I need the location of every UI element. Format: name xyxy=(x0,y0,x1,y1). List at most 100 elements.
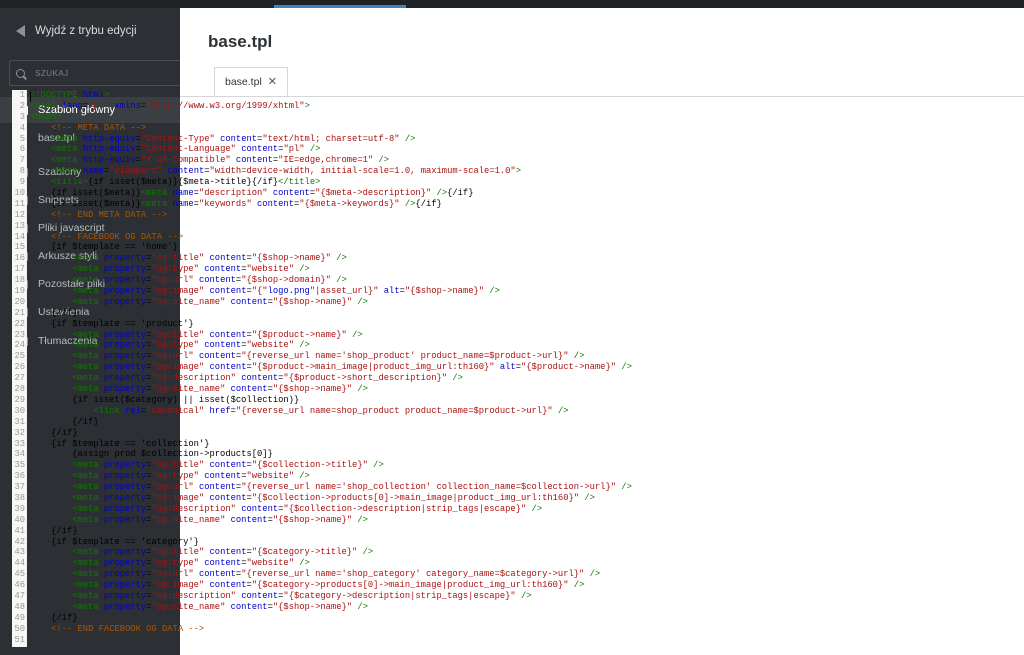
code-line[interactable]: 45 <meta property="og:url" content="{rev… xyxy=(12,569,844,581)
line-number: 13 xyxy=(12,220,25,232)
code-line[interactable]: 12 <!-- END META DATA --> xyxy=(12,209,844,221)
code-line[interactable]: 50 <!-- END FACEBOOK OG DATA --> xyxy=(12,623,844,635)
code-text: <!-- END FACEBOOK OG DATA --> xyxy=(51,623,205,634)
line-number: 23 xyxy=(12,329,25,341)
code-line[interactable]: 42 {if $template == 'category'} xyxy=(12,536,844,548)
exit-edit-mode-button[interactable]: Wyjdź z trybu edycji xyxy=(0,8,180,53)
code-text: <meta property="og:title" content="{$cat… xyxy=(72,547,374,558)
code-text: <meta property="og:type" content="websit… xyxy=(72,340,310,351)
code-line[interactable]: 38 <meta property="og:image" content="{$… xyxy=(12,492,844,504)
code-line[interactable]: 29 {if isset($category) || isset($collec… xyxy=(12,394,844,406)
code-line[interactable]: 19 <meta property="og:image" content="{"… xyxy=(12,286,844,297)
code-line[interactable]: 5 <meta http-equiv="Content-Type" conten… xyxy=(12,133,844,145)
line-number: 45 xyxy=(12,569,25,581)
line-number: 20 xyxy=(12,296,25,308)
code-line[interactable]: 13 xyxy=(12,220,844,232)
code-line[interactable]: 40 <meta property="og:site_name" content… xyxy=(12,514,844,526)
code-line[interactable]: 21 {/if} xyxy=(12,307,844,319)
line-number: 29 xyxy=(12,394,25,406)
code-line[interactable]: 25 <meta property="og:url" content="{rev… xyxy=(12,351,844,363)
code-line[interactable]: 37 <meta property="og:url" content="{rev… xyxy=(12,482,844,493)
line-number: 6 xyxy=(12,144,25,156)
code-line[interactable]: 39 <meta property="og:description" conte… xyxy=(12,503,844,515)
code-line[interactable]: 34 {assign prod $collection->products[0]… xyxy=(12,449,844,461)
code-line[interactable]: 15 {if $template == 'home'} xyxy=(12,242,844,254)
code-line[interactable]: 48 <meta property="og:site_name" content… xyxy=(12,601,844,613)
code-line[interactable]: 6 <meta http-equiv="Content-Language" co… xyxy=(12,144,844,156)
code-text: {if $template == 'collection'} xyxy=(30,438,210,449)
code-line[interactable]: 9 <title>{if isset($meta)}{$meta->title}… xyxy=(12,177,844,189)
code-line[interactable]: 8 <meta name="viewport" content="width=d… xyxy=(12,166,844,178)
code-line[interactable]: 46 <meta property="og:image" content="{$… xyxy=(12,580,844,591)
line-number: 44 xyxy=(12,558,25,570)
line-number: 7 xyxy=(12,155,25,167)
code-text: <meta http-equiv="Content-Language" cont… xyxy=(51,144,321,155)
code-text: <head> xyxy=(30,111,62,122)
code-line[interactable]: 17 <meta property="og:type" content="web… xyxy=(12,264,844,276)
code-line[interactable]: 2 <html lang="pl" xmlns="http://www.w3.or… xyxy=(12,100,844,112)
code-line[interactable]: 7 <meta http-equiv="X-UA-Compatible" con… xyxy=(12,155,844,167)
code-line[interactable]: 10 {if isset($meta)}<meta name="descript… xyxy=(12,188,844,199)
code-line[interactable]: 3 <head> xyxy=(12,111,844,123)
close-icon[interactable]: ✕ xyxy=(268,75,277,88)
code-text: <meta property="og:image" content="{$pro… xyxy=(72,362,632,373)
code-line[interactable]: 22 {if $template == 'product'} xyxy=(12,318,844,330)
code-line[interactable]: 24 <meta property="og:type" content="web… xyxy=(12,340,844,352)
code-line[interactable]: 35 <meta property="og:title" content="{$… xyxy=(12,460,844,472)
line-number: 12 xyxy=(12,209,25,221)
line-number: 27 xyxy=(12,373,25,385)
code-line[interactable]: 32 {/if} xyxy=(12,427,844,439)
code-text: <meta property="og:description" content=… xyxy=(72,503,543,514)
code-line[interactable]: 31 {/if} xyxy=(12,416,844,428)
code-line[interactable]: 18 <meta property="og:url" content="{$sh… xyxy=(12,275,844,287)
code-line[interactable]: 16 <meta property="og:title" content="{$… xyxy=(12,253,844,265)
code-line[interactable]: 1 <!DOCTYPE html> xyxy=(12,90,844,101)
code-line[interactable]: 26 <meta property="og:image" content="{$… xyxy=(12,362,844,374)
code-text: <meta property="og:type" content="websit… xyxy=(72,471,310,482)
code-text: <meta property="og:site_name" content="{… xyxy=(72,601,368,612)
line-number: 4 xyxy=(12,122,25,134)
code-text: <!-- END META DATA --> xyxy=(51,209,168,220)
code-line[interactable]: 30 <link rel="canonical" href="{reverse_… xyxy=(12,405,844,417)
code-line[interactable]: 41 {/if} xyxy=(12,525,844,537)
code-text: <!-- META DATA --> xyxy=(51,122,147,133)
code-line[interactable]: 14 <!-- FACEBOOK OG DATA --> xyxy=(12,231,844,243)
line-number: 10 xyxy=(12,188,25,199)
code-text: <meta property="og:url" content="{revers… xyxy=(72,351,585,362)
code-line[interactable]: 51 xyxy=(12,634,844,646)
code-text: <html lang="pl" xmlns="http://www.w3.org… xyxy=(30,100,310,111)
code-line[interactable]: 43 <meta property="og:title" content="{$… xyxy=(12,547,844,559)
code-text: {/if} xyxy=(30,416,99,427)
line-number: 1 xyxy=(12,90,25,101)
code-text: {if isset($meta)}<meta name="description… xyxy=(30,188,474,199)
code-line[interactable]: 11 {if isset($meta)}<meta name="keywords… xyxy=(12,198,844,210)
code-line[interactable]: 36 <meta property="og:type" content="web… xyxy=(12,471,844,483)
line-number: 8 xyxy=(12,166,25,178)
code-text: <meta property="og:title" content="{$col… xyxy=(72,460,384,471)
search-input[interactable] xyxy=(33,67,177,79)
code-line[interactable]: 20 <meta property="og:site_name" content… xyxy=(12,296,844,308)
code-line[interactable]: 47 <meta property="og:description" conte… xyxy=(12,590,844,602)
text-cursor xyxy=(30,92,31,102)
code-text: <meta http-equiv="X-UA-Compatible" conte… xyxy=(51,155,390,166)
code-line[interactable]: 44 <meta property="og:type" content="web… xyxy=(12,558,844,570)
code-line[interactable]: 49 {/if} xyxy=(12,612,844,624)
code-text: <meta name="viewport" content="width=dev… xyxy=(51,166,521,177)
code-text: <!-- FACEBOOK OG DATA --> xyxy=(51,231,184,242)
code-line[interactable]: 28 <meta property="og:site_name" content… xyxy=(12,384,844,395)
line-number: 19 xyxy=(12,286,25,297)
code-text: {if isset($meta)}<meta name="keywords" c… xyxy=(30,198,442,209)
code-line[interactable]: 33 {if $template == 'collection'} xyxy=(12,438,844,450)
line-number: 50 xyxy=(12,623,25,635)
code-line[interactable]: 23 <meta property="og:title" content="{$… xyxy=(12,329,844,341)
code-text: {/if} xyxy=(30,612,78,623)
line-number: 25 xyxy=(12,351,25,363)
code-line[interactable]: 27 <meta property="og:description" conte… xyxy=(12,373,844,385)
code-text: <meta http-equiv="Content-Type" content=… xyxy=(51,133,416,144)
code-line[interactable]: 4 <!-- META DATA --> xyxy=(12,122,844,134)
code-editor[interactable]: 1 <!DOCTYPE html> 2 <html lang="pl" xmlns="… xyxy=(12,90,844,647)
line-number: 16 xyxy=(12,253,25,265)
code-text: {if $template == 'product'} xyxy=(30,318,194,329)
line-number: 11 xyxy=(12,198,25,210)
line-number: 14 xyxy=(12,231,25,243)
